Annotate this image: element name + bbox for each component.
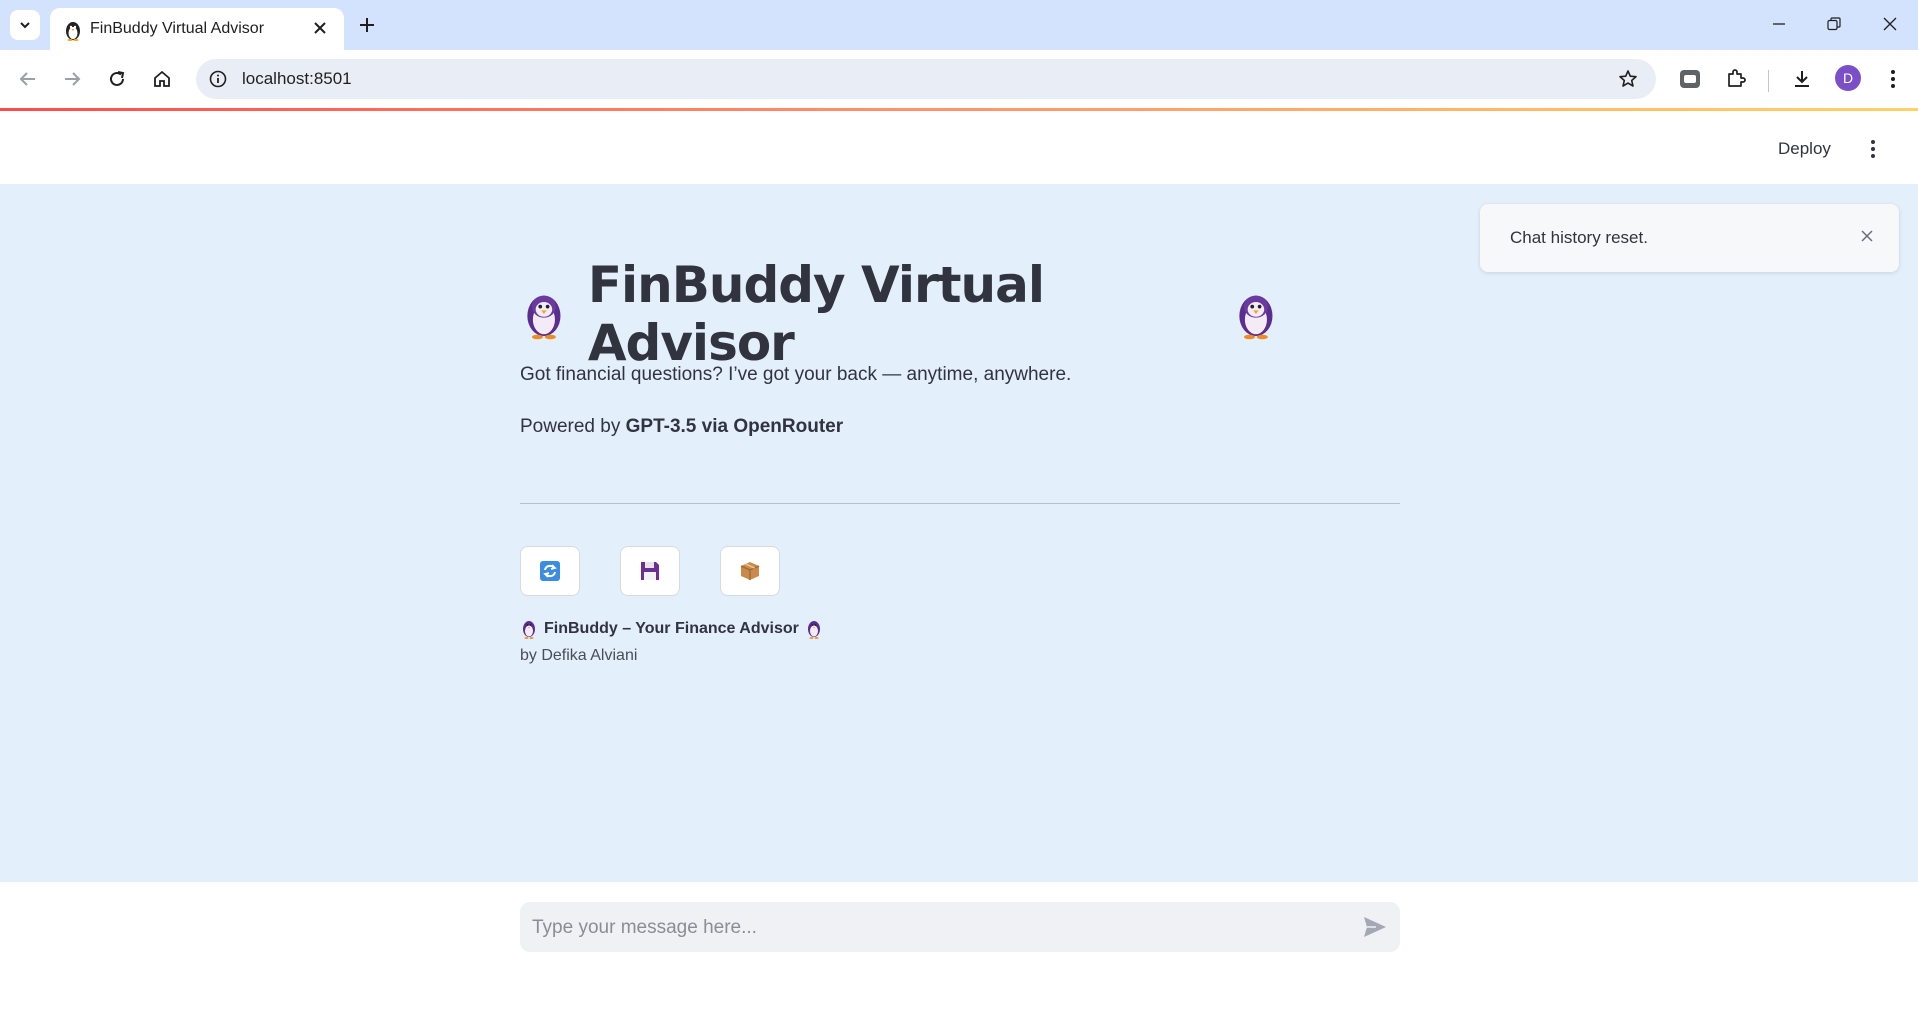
profile-avatar[interactable]: D xyxy=(1835,65,1861,91)
media-extension-button[interactable] xyxy=(1674,63,1706,95)
bookmark-star-icon[interactable] xyxy=(1614,65,1642,93)
new-tab-button[interactable] xyxy=(352,10,382,40)
toast-close-button[interactable] xyxy=(1857,226,1877,246)
reset-icon xyxy=(540,561,560,581)
forward-button[interactable] xyxy=(56,63,88,95)
penguin-icon xyxy=(1239,295,1273,340)
close-icon xyxy=(314,22,326,34)
powered-by-prefix: Powered by xyxy=(520,416,626,437)
minimize-button[interactable] xyxy=(1751,4,1807,44)
app-header: Deploy xyxy=(0,111,1918,184)
chat-input-area xyxy=(0,882,1918,1016)
reload-icon xyxy=(110,71,125,86)
vertical-dots-icon xyxy=(1891,70,1895,88)
extensions-button[interactable] xyxy=(1720,63,1752,95)
close-window-button[interactable] xyxy=(1862,4,1918,44)
downloads-button[interactable] xyxy=(1786,63,1818,95)
media-extension-icon xyxy=(1680,70,1700,88)
powered-by-model: GPT-3.5 via OpenRouter xyxy=(625,416,844,437)
arrow-left-icon xyxy=(19,72,35,86)
address-bar[interactable]: localhost:8501 xyxy=(196,59,1656,99)
footer-title: FinBuddy – Your Finance Advisor xyxy=(520,619,823,639)
back-button[interactable] xyxy=(12,63,44,95)
penguin-icon xyxy=(523,621,535,639)
send-icon xyxy=(1364,917,1386,937)
divider xyxy=(520,503,1400,504)
powered-by-text: Powered by GPT-3.5 via OpenRouter xyxy=(520,416,843,438)
minimize-icon xyxy=(1773,23,1785,25)
download-icon xyxy=(1795,71,1809,87)
toolbar-separator xyxy=(1768,70,1769,92)
browser-tabstrip: FinBuddy Virtual Advisor xyxy=(0,0,1918,50)
tab-title: FinBuddy Virtual Advisor xyxy=(90,20,265,37)
restore-button[interactable] xyxy=(1806,4,1862,44)
penguin-icon xyxy=(527,295,561,340)
arrow-right-icon xyxy=(65,72,81,86)
reset-chat-button[interactable] xyxy=(520,546,580,596)
chat-input-container xyxy=(520,902,1400,954)
toast-notification: Chat history reset. xyxy=(1480,204,1899,272)
intro-text: Got financial questions? I’ve got your b… xyxy=(520,364,1072,385)
title-text: FinBuddy Virtual Advisor xyxy=(587,256,1045,372)
send-button[interactable] xyxy=(1360,912,1390,942)
reload-button[interactable] xyxy=(101,63,133,95)
app-main: FinBuddy Virtual Advisor Got financial q… xyxy=(0,184,1918,882)
browser-menu-button[interactable] xyxy=(1877,63,1909,95)
penguin-icon xyxy=(807,621,820,639)
penguin-favicon-icon xyxy=(66,22,80,41)
site-info-icon[interactable] xyxy=(206,67,230,91)
tab-search-button[interactable] xyxy=(10,10,40,40)
plus-icon xyxy=(360,18,374,32)
deploy-button[interactable]: Deploy xyxy=(1770,134,1839,164)
home-icon xyxy=(154,70,170,87)
footer-author: by Defika Alviani xyxy=(520,647,638,664)
app-menu-button[interactable] xyxy=(1858,134,1888,164)
save-chat-button[interactable] xyxy=(620,546,680,596)
home-button[interactable] xyxy=(146,63,178,95)
footer-title-text: FinBuddy – Your Finance Advisor xyxy=(544,620,799,637)
url-text: localhost:8501 xyxy=(242,69,352,88)
puzzle-icon xyxy=(1728,69,1746,87)
package-icon xyxy=(740,562,760,580)
save-icon xyxy=(641,562,659,580)
tab-close-button[interactable] xyxy=(308,16,332,40)
chevron-down-icon xyxy=(20,22,30,29)
browser-toolbar: localhost:8501 D xyxy=(0,50,1918,108)
restore-icon xyxy=(1827,17,1841,31)
toast-text: Chat history reset. xyxy=(1510,228,1648,247)
close-icon xyxy=(1861,230,1873,242)
chat-input[interactable] xyxy=(530,902,1334,954)
close-icon xyxy=(1883,17,1897,31)
page-title: FinBuddy Virtual Advisor xyxy=(520,256,1280,372)
archive-chat-button[interactable] xyxy=(720,546,780,596)
browser-tab[interactable]: FinBuddy Virtual Advisor xyxy=(50,8,344,50)
vertical-dots-icon xyxy=(1871,140,1875,158)
